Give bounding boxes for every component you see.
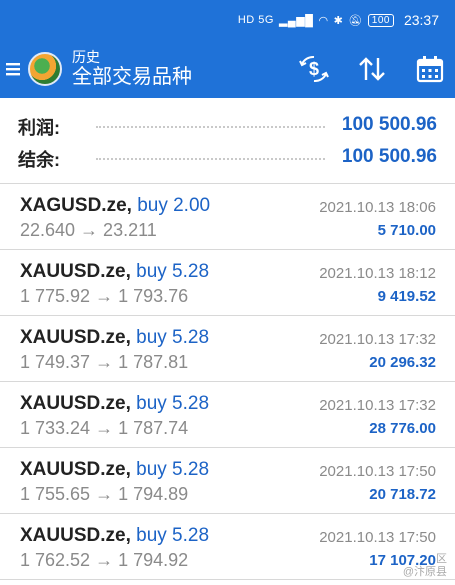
trade-symbol: XAUUSD.ze, buy 5.28	[20, 393, 210, 414]
mute-icon: 🔕︎	[348, 14, 363, 27]
trade-profit: 9 419.52	[377, 288, 436, 305]
trade-profit: 28 776.00	[369, 420, 436, 437]
status-bar: HD 5G ▂▄▆█ ◠ ✱ 🔕︎ 100 23:37	[0, 0, 455, 40]
watermark-line-2: @汴原县	[402, 565, 447, 578]
summary-panel: 利润: 100 500.96 结余: 100 500.96	[0, 98, 455, 184]
calendar-icon[interactable]	[413, 52, 447, 86]
trade-datetime: 2021.10.13 18:12	[319, 265, 436, 282]
wifi-icon: ◠	[318, 14, 329, 27]
trade-prices: 1 775.92 → 1 793.76	[20, 286, 189, 306]
watermark: 区 @汴原县	[403, 553, 447, 579]
trade-direction: buy 5.28	[136, 525, 210, 546]
status-time: 23:37	[403, 12, 439, 28]
dotted-leader	[96, 126, 325, 128]
app-bar-actions: $	[297, 40, 447, 98]
app-bar: 历史 全部交易品种 $	[0, 40, 455, 98]
profit-row: 利润: 100 500.96	[0, 110, 455, 140]
trade-direction: buy 5.28	[136, 393, 210, 414]
balance-label: 结余:	[18, 150, 60, 170]
trade-history-list: XAGUSD.ze, buy 2.00 22.640 → 23.211 2021…	[0, 184, 455, 580]
profit-value: 100 500.96	[341, 114, 437, 135]
trade-profit: 20 296.32	[369, 354, 436, 371]
menu-icon[interactable]	[2, 49, 24, 89]
trade-symbol: XAUUSD.ze, buy 5.28	[20, 327, 210, 348]
dotted-leader	[96, 158, 325, 160]
trade-profit: 20 718.72	[369, 486, 436, 503]
trade-row[interactable]: XAUUSD.ze, buy 5.28 1 762.52 → 1 794.92 …	[0, 514, 455, 580]
trade-row[interactable]: XAUUSD.ze, buy 5.28 1 749.37 → 1 787.81 …	[0, 316, 455, 382]
trade-symbol: XAUUSD.ze, buy 5.28	[20, 525, 210, 546]
signal-icon: ▂▄▆█	[278, 14, 314, 27]
bluetooth-icon: ✱	[333, 14, 344, 27]
trade-prices: 1 755.65 → 1 794.89	[20, 484, 189, 504]
status-icons: HD 5G ▂▄▆█ ◠ ✱ 🔕︎ 100	[237, 13, 394, 27]
trade-direction: buy 2.00	[137, 195, 211, 216]
page-subtitle: 历史	[72, 49, 100, 66]
profit-label: 利润:	[18, 118, 60, 138]
trade-row[interactable]: XAUUSD.ze, buy 5.28 1 733.24 → 1 787.74 …	[0, 382, 455, 448]
trade-prices: 1 762.52 → 1 794.92	[20, 550, 189, 570]
currency-exchange-icon[interactable]: $	[297, 52, 331, 86]
page-title: 全部交易品种	[72, 65, 192, 88]
trade-prices: 22.640 → 23.211	[20, 220, 157, 240]
trade-symbol: XAGUSD.ze, buy 2.00	[20, 195, 211, 216]
trade-row[interactable]: XAUUSD.ze, buy 5.28 1 775.92 → 1 793.76 …	[0, 250, 455, 316]
trade-prices: 1 749.37 → 1 787.81	[20, 352, 189, 372]
trade-prices: 1 733.24 → 1 787.74	[20, 418, 189, 438]
trade-direction: buy 5.28	[136, 327, 210, 348]
trade-direction: buy 5.28	[136, 261, 210, 282]
trade-symbol: XAUUSD.ze, buy 5.28	[20, 459, 210, 480]
trade-row[interactable]: XAGUSD.ze, buy 2.00 22.640 → 23.211 2021…	[0, 184, 455, 250]
trade-row[interactable]: XAUUSD.ze, buy 5.28 1 755.65 → 1 794.89 …	[0, 448, 455, 514]
trade-datetime: 2021.10.13 17:32	[319, 397, 436, 414]
battery-level: 100	[371, 14, 390, 26]
app-logo-icon	[28, 52, 62, 86]
trade-datetime: 2021.10.13 17:50	[319, 463, 436, 480]
trade-direction: buy 5.28	[136, 459, 210, 480]
trade-datetime: 2021.10.13 18:06	[319, 199, 436, 216]
trade-datetime: 2021.10.13 17:32	[319, 331, 436, 348]
trade-symbol: XAUUSD.ze, buy 5.28	[20, 261, 210, 282]
sort-icon[interactable]	[355, 52, 389, 86]
balance-value: 100 500.96	[341, 146, 437, 167]
network-indicator: HD 5G	[237, 14, 274, 26]
battery-icon: 100	[367, 13, 394, 27]
balance-row: 结余: 100 500.96	[0, 142, 455, 172]
app-bar-titles[interactable]: 历史 全部交易品种	[72, 49, 192, 88]
trade-profit: 5 710.00	[377, 222, 436, 239]
svg-text:$: $	[309, 59, 319, 79]
watermark-line-1: 区	[436, 552, 447, 565]
trade-datetime: 2021.10.13 17:50	[319, 529, 436, 546]
